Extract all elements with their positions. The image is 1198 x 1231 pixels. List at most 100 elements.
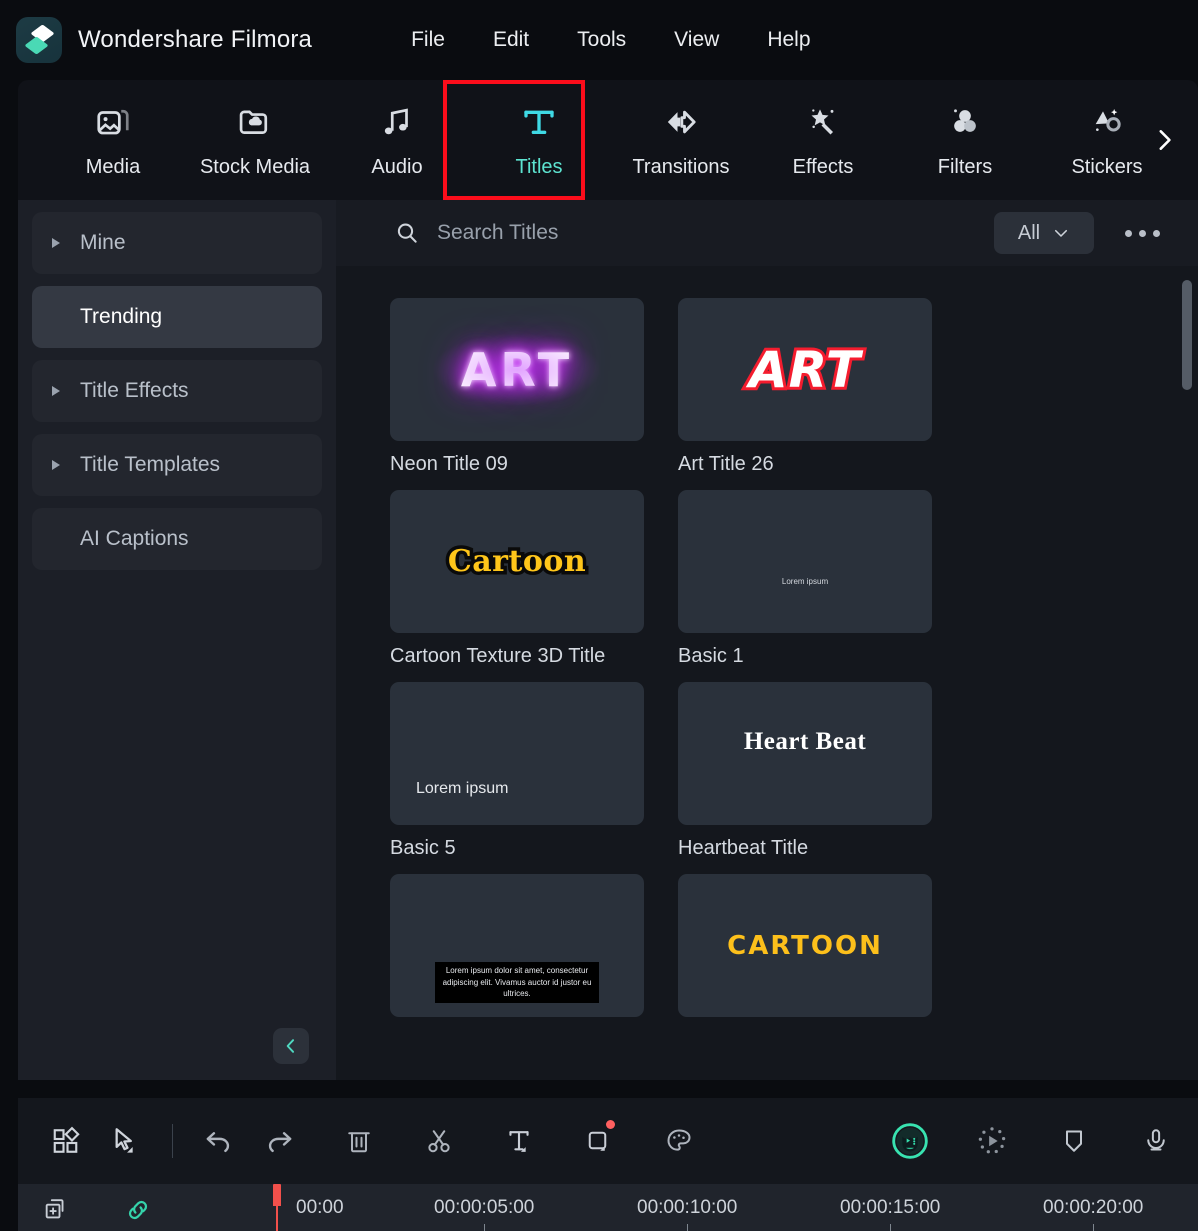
item-label: Basic 5 <box>390 837 456 859</box>
timeline-ruler[interactable]: 00:00 00:00:05:00 00:00:10:00 00:00:15:0… <box>273 1184 1198 1231</box>
link-icon[interactable] <box>116 1192 160 1228</box>
caret-right-icon <box>32 386 70 396</box>
text-tool-icon[interactable] <box>489 1098 549 1184</box>
toolbar-left-group <box>36 1098 709 1184</box>
list-item[interactable]: Lorem ipsum dolor sit amet, consectetur … <box>390 874 678 1029</box>
more-horizontal-icon[interactable] <box>1118 220 1166 246</box>
color-palette-icon[interactable] <box>649 1098 709 1184</box>
title-preview-thumb[interactable]: Cartoon <box>390 490 644 633</box>
resource-tab-bar: Media Stock Media Audio Titles Transitio… <box>18 80 1198 200</box>
title-preview-thumb[interactable]: ART <box>390 298 644 441</box>
list-item[interactable]: Heart Beat Heartbeat Title <box>678 682 966 860</box>
ruler-tick <box>484 1224 485 1231</box>
cloud-folder-icon <box>236 101 274 143</box>
image-stack-icon <box>94 101 132 143</box>
tab-label: Stock Media <box>199 156 311 178</box>
ruler-tick <box>687 1224 688 1231</box>
ruler-tick-label: 00:00 <box>296 1197 344 1218</box>
brand: Wondershare Filmora <box>16 17 312 63</box>
tab-titles[interactable]: Titles <box>468 80 610 200</box>
app-title: Wondershare Filmora <box>78 26 313 53</box>
microphone-icon[interactable] <box>1126 1098 1186 1184</box>
magic-wand-star-icon <box>803 101 843 143</box>
tab-stock-media[interactable]: Stock Media <box>184 80 326 200</box>
ai-smart-icon[interactable] <box>880 1098 940 1184</box>
filter-dropdown-value: All <box>1017 221 1041 244</box>
tab-label: Effects <box>792 156 854 178</box>
editor-toolbar <box>18 1098 1198 1184</box>
filter-dropdown[interactable]: All <box>994 212 1094 254</box>
three-circles-icon <box>945 101 985 143</box>
menu-help[interactable]: Help <box>743 22 834 58</box>
list-item[interactable]: ART Art Title 26 <box>678 298 966 476</box>
menu-items: File Edit Tools View Help <box>387 22 834 58</box>
tab-label: Stickers <box>1071 156 1143 178</box>
list-item[interactable]: Lorem ipsum Basic 1 <box>678 490 966 668</box>
chevron-down-icon <box>1052 224 1070 242</box>
timeline-playhead[interactable] <box>273 1184 281 1231</box>
item-label: Heartbeat Title <box>678 837 809 859</box>
list-item[interactable]: CARTOON <box>678 874 966 1029</box>
sidebar-item-title-effects[interactable]: Title Effects <box>32 360 322 422</box>
tab-label: Transitions <box>632 156 730 178</box>
crop-tool-icon[interactable] <box>569 1098 629 1184</box>
tab-label: Titles <box>515 156 563 178</box>
tab-filters[interactable]: Filters <box>894 80 1036 200</box>
title-preview-thumb[interactable]: Heart Beat <box>678 682 932 825</box>
double-arrow-icon <box>661 101 701 143</box>
sidebar-item-ai-captions[interactable]: AI Captions <box>32 508 322 570</box>
preview-text: CARTOON <box>727 930 883 961</box>
title-preview-thumb[interactable]: CARTOON <box>678 874 932 1017</box>
preview-text: Cartoon <box>444 541 589 583</box>
tab-media[interactable]: Media <box>42 80 184 200</box>
list-item[interactable]: ART Neon Title 09 <box>390 298 678 476</box>
scissors-icon[interactable] <box>409 1098 469 1184</box>
trash-icon[interactable] <box>329 1098 389 1184</box>
title-preview-thumb[interactable]: Lorem ipsum dolor sit amet, consectetur … <box>390 874 644 1017</box>
text-T-icon <box>519 101 559 143</box>
tab-audio[interactable]: Audio <box>326 80 468 200</box>
search-input[interactable] <box>437 221 937 245</box>
undo-icon[interactable] <box>189 1098 249 1184</box>
title-preview-thumb[interactable]: Lorem ipsum <box>678 490 932 633</box>
title-preview-thumb[interactable]: ART <box>678 298 932 441</box>
item-label: Art Title 26 <box>678 453 774 475</box>
marker-icon[interactable] <box>1044 1098 1104 1184</box>
ruler-tick-label: 00:00:20:00 <box>1043 1197 1144 1218</box>
list-item[interactable]: Cartoon Cartoon Texture 3D Title <box>390 490 678 668</box>
title-preview-thumb[interactable]: Lorem ipsum <box>390 682 644 825</box>
sidebar-collapse-button[interactable] <box>273 1028 309 1064</box>
selection-cursor-icon[interactable] <box>96 1098 156 1184</box>
chevron-right-icon[interactable] <box>1144 120 1184 160</box>
add-track-icon[interactable] <box>34 1192 78 1228</box>
preview-text: Heart Beat <box>743 727 867 755</box>
tab-label: Media <box>85 156 141 178</box>
menu-file[interactable]: File <box>387 22 469 58</box>
toolbar-divider <box>172 1124 173 1158</box>
redo-icon[interactable] <box>249 1098 309 1184</box>
notification-dot <box>606 1120 615 1129</box>
sidebar-item-label: Trending <box>80 305 163 328</box>
tab-effects[interactable]: Effects <box>752 80 894 200</box>
ruler-tick <box>890 1224 891 1231</box>
caret-right-icon <box>32 238 70 248</box>
titles-grid: ART Neon Title 09 ART Art Title 26 <box>336 266 1198 1043</box>
ruler-tick-label: 00:00:10:00 <box>637 1197 738 1218</box>
list-item[interactable]: Lorem ipsum Basic 5 <box>390 682 678 860</box>
titles-grid-scroll[interactable]: ART Neon Title 09 ART Art Title 26 <box>336 266 1198 1080</box>
render-preview-icon[interactable] <box>962 1098 1022 1184</box>
sidebar-item-trending[interactable]: Trending <box>32 286 322 348</box>
resource-browser-panel: Mine Trending Title Effects Title Templa… <box>18 200 1198 1080</box>
timeline-bar: 00:00 00:00:05:00 00:00:10:00 00:00:15:0… <box>18 1184 1198 1231</box>
sidebar-item-title-templates[interactable]: Title Templates <box>32 434 322 496</box>
menu-edit[interactable]: Edit <box>469 22 553 58</box>
sidebar-item-mine[interactable]: Mine <box>32 212 322 274</box>
menu-view[interactable]: View <box>650 22 743 58</box>
grid-layout-icon[interactable] <box>36 1098 96 1184</box>
search-icon <box>394 220 420 246</box>
preview-text: Lorem ipsum <box>781 577 829 586</box>
vertical-scrollbar-thumb[interactable] <box>1182 280 1192 390</box>
menu-tools[interactable]: Tools <box>553 22 650 58</box>
chevron-left-icon <box>281 1036 301 1056</box>
tab-transitions[interactable]: Transitions <box>610 80 752 200</box>
